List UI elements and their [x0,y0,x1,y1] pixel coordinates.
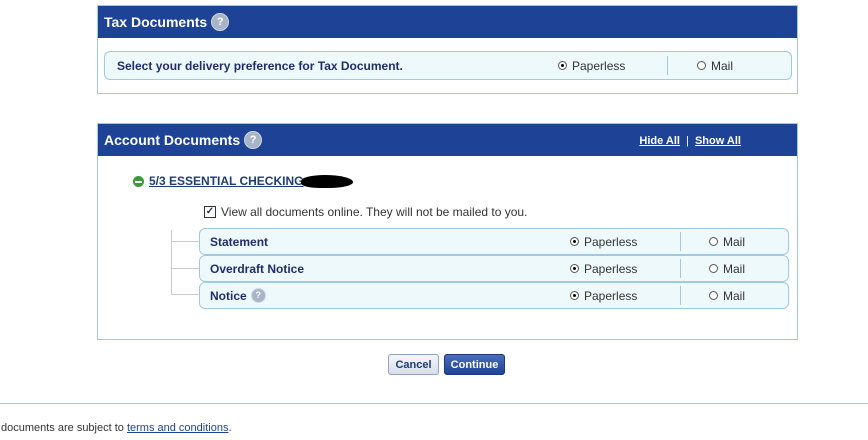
account-link[interactable]: 5/3 ESSENTIAL CHECKING [149,174,303,188]
mail-label: Mail [723,261,746,276]
footer-text: documents are subject to terms and condi… [1,422,232,434]
paperless-label: Paperless [572,58,626,73]
help-icon[interactable]: ? [244,131,263,149]
link-separator: | [686,135,689,147]
paperless-label: Paperless [584,261,638,276]
mail-label: Mail [711,58,734,73]
notice-mail-option[interactable]: Mail [709,289,745,303]
account-documents-header: Account Documents ? Hide All | Show All [98,124,797,156]
tax-documents-panel: Tax Documents ? Select your delivery pre… [97,5,798,94]
tree-connector [171,268,199,269]
tax-delivery-label: Select your delivery preference for Tax … [117,58,403,73]
mail-label: Mail [723,288,746,303]
view-online-row: ✓ View all documents online. They will n… [204,205,527,219]
help-icon[interactable]: ? [250,288,266,303]
overdraft-paperless-option[interactable]: Paperless [570,262,637,276]
statement-mail-option[interactable]: Mail [709,235,745,249]
account-documents-panel: Account Documents ? Hide All | Show All … [97,123,798,340]
tax-mail-option[interactable]: Mail [697,59,733,73]
option-divider [667,56,668,75]
option-divider [680,232,681,251]
tax-documents-title: Tax Documents [104,14,208,30]
redaction-mark [301,174,354,188]
mail-label: Mail [723,234,746,249]
footer-suffix: . [228,422,232,434]
mail-radio[interactable] [709,237,718,246]
show-all-link[interactable]: Show All [695,135,741,147]
paperless-radio[interactable] [570,291,579,300]
mail-radio[interactable] [697,61,706,70]
view-online-label: View all documents online. They will not… [221,205,528,219]
overdraft-notice-label: Overdraft Notice [210,261,305,276]
tax-documents-header: Tax Documents ? [98,6,797,38]
help-icon[interactable]: ? [211,13,230,31]
terms-link[interactable]: terms and conditions [127,422,229,434]
statement-paperless-option[interactable]: Paperless [570,235,637,249]
notice-label: Notice [210,288,247,303]
notice-paperless-option[interactable]: Paperless [570,289,637,303]
statement-label: Statement [210,234,269,249]
tax-delivery-row: Select your delivery preference for Tax … [104,51,792,80]
overdraft-notice-row: Overdraft Notice Paperless Mail [199,255,789,282]
paperless-radio[interactable] [570,264,579,273]
notice-row: Notice ? Paperless Mail [199,282,789,309]
collapse-minus-icon[interactable] [133,175,144,187]
continue-button[interactable]: Continue [444,354,505,375]
footer-divider [0,403,868,404]
option-divider [680,259,681,278]
notice-label-group: Notice ? [210,288,266,303]
mail-radio[interactable] [709,264,718,273]
footer-prefix: documents are subject to [1,422,124,434]
account-toggle-row: 5/3 ESSENTIAL CHECKING [133,174,354,188]
tree-connector [171,230,172,294]
paperless-radio[interactable] [570,237,579,246]
account-documents-title: Account Documents [104,132,241,148]
tree-connector [171,294,199,295]
option-divider [680,286,681,305]
tax-paperless-option[interactable]: Paperless [558,59,625,73]
view-online-checkbox[interactable]: ✓ [204,206,216,218]
paperless-label: Paperless [584,288,638,303]
paperless-label: Paperless [584,234,638,249]
overdraft-mail-option[interactable]: Mail [709,262,745,276]
cancel-button[interactable]: Cancel [388,354,439,375]
tree-connector [171,241,199,242]
hide-show-links: Hide All | Show All [639,135,741,147]
mail-radio[interactable] [709,291,718,300]
hide-all-link[interactable]: Hide All [639,135,680,147]
paperless-radio[interactable] [558,61,567,70]
statement-row: Statement Paperless Mail [199,228,789,255]
